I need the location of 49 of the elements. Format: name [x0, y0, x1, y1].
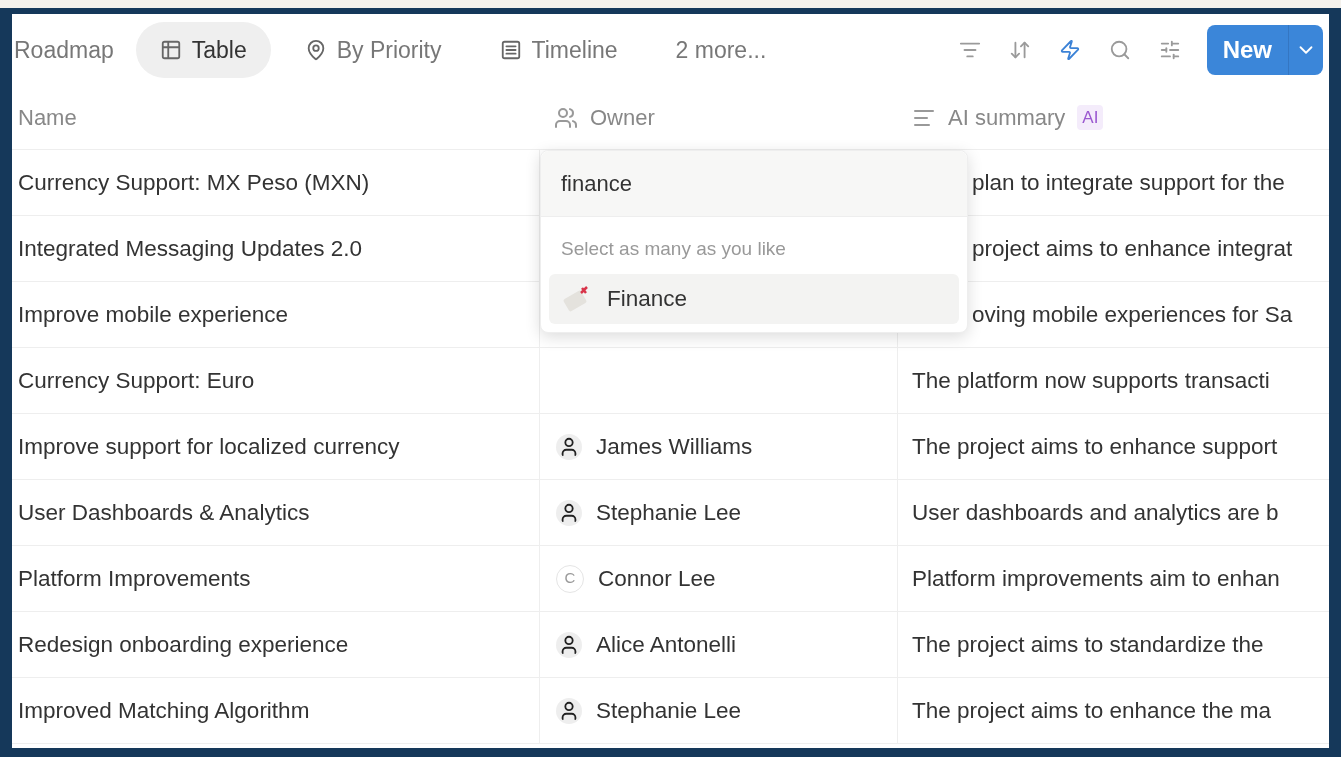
avatar-icon	[556, 433, 582, 460]
owner-name: Alice Antonelli	[596, 630, 737, 659]
table-cell-text: Integrated Messaging Updates 2.0	[18, 234, 362, 263]
lightning-icon[interactable]	[1058, 39, 1081, 61]
table-cell-text: Currency Support: Euro	[18, 366, 255, 395]
envelope-icon	[561, 283, 591, 314]
table-icon	[159, 39, 182, 61]
table-cell-text: User dashboards and analytics are b	[912, 498, 1279, 527]
avatar-icon	[556, 499, 582, 526]
table-cell-text: oving mobile experiences for Sa	[971, 300, 1293, 329]
new-button[interactable]: New	[1206, 25, 1289, 75]
table-cell-text: The project aims to enhance support	[912, 432, 1278, 461]
table-cell-text: Improved Matching Algorithm	[18, 696, 310, 725]
table-cell-text: User Dashboards & Analytics	[18, 498, 310, 527]
owner-name: Stephanie Lee	[596, 498, 742, 527]
table-cell-text: Platform Improvements	[18, 564, 251, 593]
column-header: Owner	[590, 104, 655, 132]
table-cell-text: Currency Support: MX Peso (MXN)	[18, 168, 370, 197]
view-tab[interactable]: Table	[135, 22, 271, 78]
hint-text: Select as many as you like	[560, 237, 787, 261]
sort-icon[interactable]	[1008, 39, 1031, 61]
settings-icon[interactable]	[1158, 39, 1181, 61]
view-tab[interactable]: Timeline	[475, 22, 642, 78]
avatar-icon	[556, 631, 582, 658]
column-header: AI summary	[948, 104, 1066, 132]
column-header: Name	[18, 104, 77, 132]
owner-name: Stephanie Lee	[596, 696, 742, 725]
table-cell-text: project aims to enhance integrat	[971, 234, 1293, 263]
search-field[interactable]: finance	[541, 151, 967, 217]
search-icon[interactable]	[1108, 39, 1131, 61]
table-cell-text: Redesign onboarding experience	[18, 630, 349, 659]
table-cell-text: The project aims to enhance the ma	[912, 696, 1271, 725]
table-cell-text: The project aims to standardize the	[912, 630, 1264, 659]
view-tab[interactable]: By Priority	[280, 22, 466, 78]
view-tab[interactable]: Roadmap	[12, 22, 126, 78]
table-cell-text: Improve support for localized currency	[18, 432, 400, 461]
ai-badge: AI	[1077, 104, 1104, 131]
option-label: Finance	[607, 284, 688, 313]
table-cell-text: plan to integrate support for the	[971, 168, 1285, 197]
table-cell-text: Improve mobile experience	[18, 300, 289, 329]
owner-name: Connor Lee	[598, 564, 716, 593]
view-tab[interactable]: 2 more...	[651, 22, 791, 78]
table-cell-text: Platform improvements aim to enhan	[912, 564, 1280, 593]
people-icon	[554, 105, 578, 130]
avatar-icon	[556, 697, 582, 724]
owner-name: James Williams	[596, 432, 753, 461]
table-cell-text: The platform now supports transacti	[912, 366, 1270, 395]
timeline-icon	[499, 39, 522, 61]
dropdown-option[interactable]: Finance	[549, 273, 959, 324]
